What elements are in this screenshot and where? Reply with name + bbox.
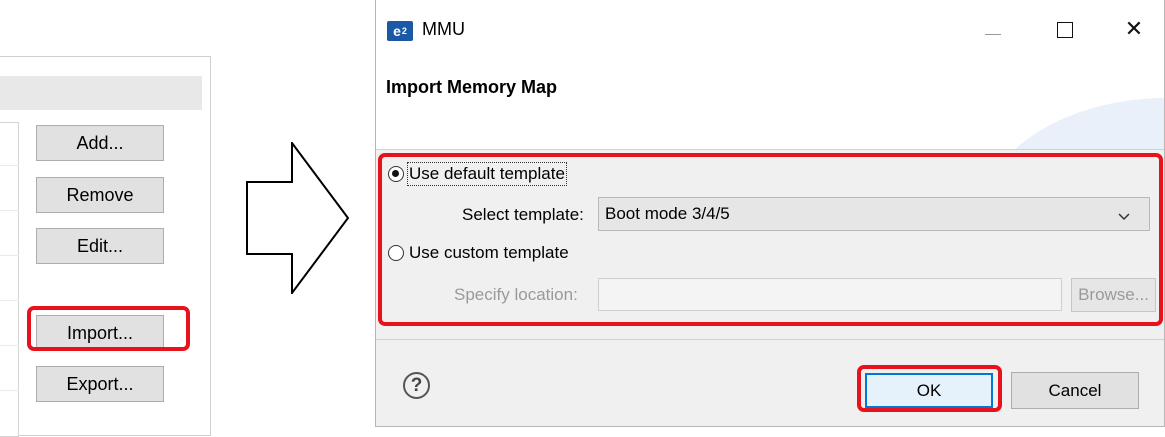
title-bar [376, 0, 1164, 58]
list-row-divider [0, 300, 19, 301]
add-button[interactable]: Add... [36, 125, 164, 161]
export-button[interactable]: Export... [36, 366, 164, 402]
list-row-divider [0, 165, 19, 166]
dialog-heading: Import Memory Map [386, 77, 558, 97]
right-arrow-icon [246, 142, 350, 294]
help-icon[interactable]: ? [403, 372, 430, 399]
remove-button[interactable]: Remove [36, 177, 164, 213]
banner-decoration [976, 98, 1164, 149]
list-row-divider [0, 210, 19, 211]
close-icon[interactable]: ✕ [1122, 14, 1146, 44]
options-highlight [378, 153, 1163, 326]
dialog-banner: Import Memory Map [376, 58, 1164, 149]
list-row-divider [0, 390, 19, 391]
cancel-button[interactable]: Cancel [1011, 372, 1139, 409]
table-header [0, 76, 202, 110]
import-highlight [27, 306, 190, 351]
app-logo-letter: e [393, 23, 401, 39]
minimize-icon[interactable] [985, 34, 1001, 35]
ok-highlight [857, 365, 1002, 412]
maximize-icon[interactable] [1057, 22, 1073, 38]
app-logo-superscript: 2 [401, 26, 407, 36]
list-row-divider [0, 255, 19, 256]
edit-button[interactable]: Edit... [36, 228, 164, 264]
banner-separator [376, 149, 1164, 150]
app-logo-icon: e2 [387, 21, 413, 41]
footer-separator [376, 339, 1164, 340]
window-title: MMU [422, 19, 465, 39]
list-row-divider [0, 345, 19, 346]
import-memory-map-dialog: e2 MMU ✕ Import Memory Map Use default t… [375, 0, 1165, 427]
